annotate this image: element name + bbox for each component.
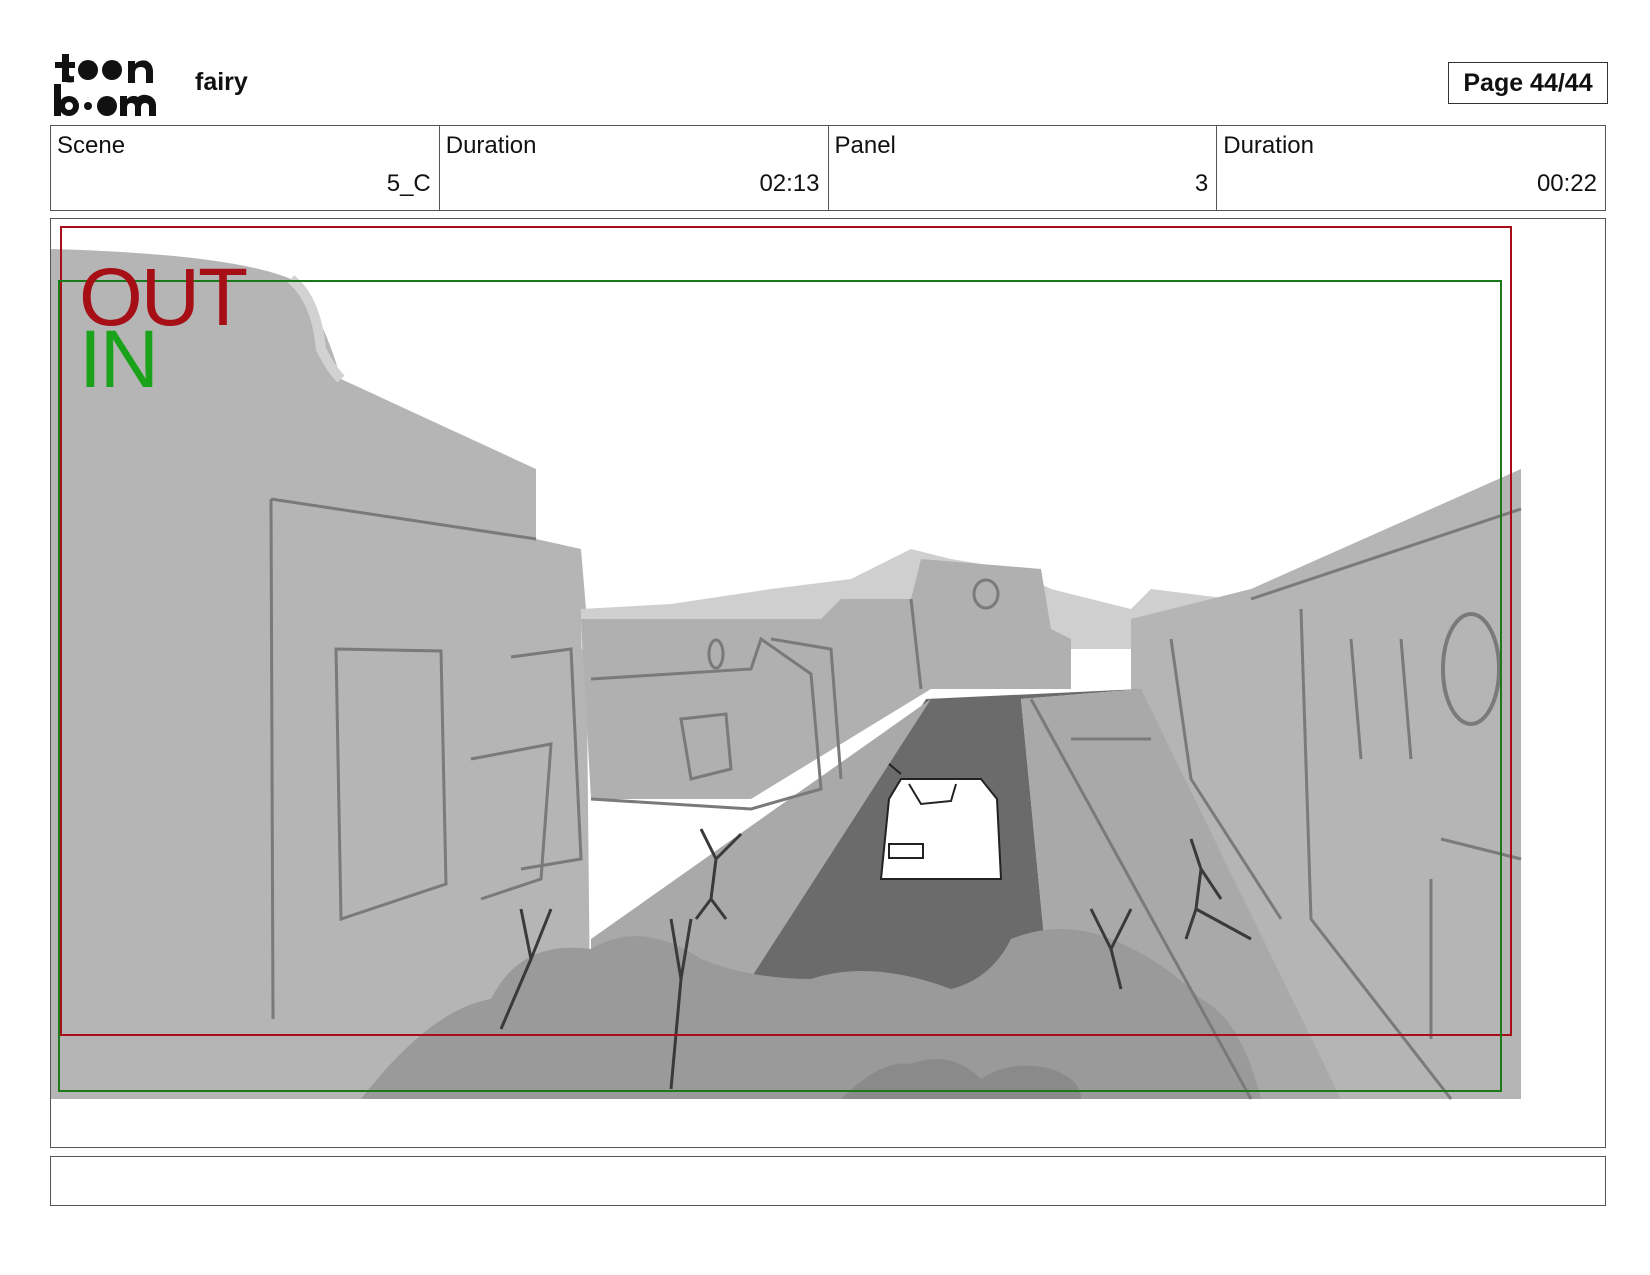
panel-cell: Panel 3 bbox=[829, 126, 1218, 210]
storyboard-panel: OUT IN bbox=[50, 218, 1606, 1148]
panel-duration-label: Duration bbox=[1223, 132, 1314, 159]
scene-duration-value: 02:13 bbox=[759, 170, 820, 197]
in-frame-label: IN bbox=[79, 314, 159, 405]
panel-duration-value: 00:22 bbox=[1536, 170, 1597, 197]
panel-label: Panel bbox=[834, 132, 896, 159]
scene-duration-cell: Duration 02:13 bbox=[440, 126, 829, 210]
scene-cell: Scene 5_C bbox=[51, 126, 440, 210]
page-indicator: Page 44/44 bbox=[1448, 62, 1608, 104]
scene-duration-label: Duration bbox=[445, 132, 537, 159]
toon-boom-logo bbox=[52, 50, 170, 118]
panel-duration-cell: Duration 00:22 bbox=[1217, 126, 1605, 210]
scene-value: 5_C bbox=[386, 170, 431, 197]
panel-info-table: Scene 5_C Duration 02:13 Panel 3 Duratio… bbox=[50, 125, 1606, 211]
panel-notes bbox=[50, 1156, 1606, 1206]
panel-drawing bbox=[51, 226, 1522, 1100]
scene-label: Scene bbox=[57, 132, 126, 159]
panel-value: 3 bbox=[1194, 170, 1209, 197]
car-sketch bbox=[879, 763, 1003, 880]
project-name: fairy bbox=[195, 68, 248, 96]
